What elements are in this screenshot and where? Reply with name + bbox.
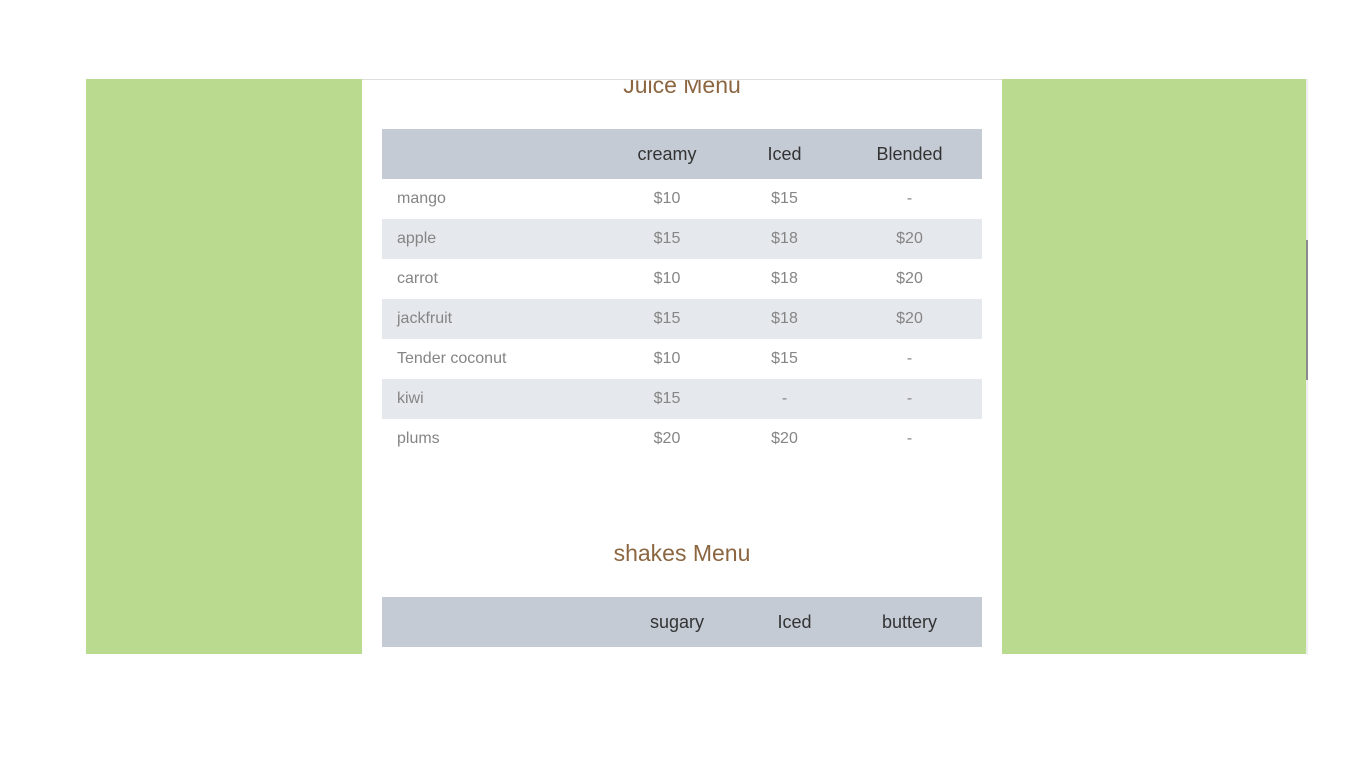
table-header-row: sugary Iced buttery [382, 597, 982, 647]
juice-menu-title: Juice Menu [623, 80, 741, 98]
item-name: jackfruit [382, 299, 602, 339]
price-cell: $20 [837, 299, 982, 339]
juice-menu-table: creamy Iced Blended mango $10 $15 - appl… [382, 129, 982, 459]
column-header [382, 129, 602, 179]
price-cell: - [906, 430, 913, 447]
price-cell: $10 [653, 270, 681, 287]
price-cell: $15 [771, 350, 798, 367]
item-name: mango [397, 190, 446, 207]
item-name: plums [397, 430, 440, 447]
table-row: mango $10 $15 - [382, 179, 982, 219]
table-row: kiwi $15 - - [382, 379, 982, 419]
price-cell: $10 [653, 350, 681, 367]
left-side-panel [86, 79, 362, 654]
table-row: carrot $10 $18 $20 [382, 259, 982, 299]
price-cell: $18 [732, 299, 837, 339]
table-row: jackfruit $15 $18 $20 [382, 299, 982, 339]
price-cell: $18 [732, 219, 837, 259]
column-header [382, 597, 602, 647]
column-header: buttery [837, 597, 982, 647]
item-name: kiwi [382, 379, 602, 419]
price-cell: $15 [602, 379, 732, 419]
price-cell: $20 [837, 219, 982, 259]
right-side-panel [1002, 79, 1306, 654]
item-name: Tender coconut [397, 350, 507, 367]
price-cell: $15 [602, 219, 732, 259]
item-name: carrot [397, 270, 438, 287]
shakes-menu-table: sugary Iced buttery [382, 597, 982, 647]
price-cell: $15 [771, 190, 798, 207]
price-cell: $10 [653, 190, 681, 207]
table-header-row: creamy Iced Blended [382, 129, 982, 179]
column-header: Iced [752, 597, 837, 647]
price-cell: $20 [896, 270, 923, 287]
price-cell: - [837, 379, 982, 419]
column-header: Blended [837, 129, 982, 179]
price-cell: $20 [653, 430, 681, 447]
table-row: plums $20 $20 - [382, 419, 982, 459]
price-cell: $20 [771, 430, 798, 447]
menu-content-column: Juice Menu creamy Iced Blended mango $10… [362, 80, 1002, 654]
price-cell: $15 [602, 299, 732, 339]
column-header: sugary [602, 597, 752, 647]
scroll-indicator [1306, 240, 1308, 380]
column-header: Iced [732, 129, 837, 179]
price-cell: - [906, 350, 913, 367]
table-row: Tender coconut $10 $15 - [382, 339, 982, 379]
price-cell: - [906, 190, 913, 207]
table-row: apple $15 $18 $20 [382, 219, 982, 259]
item-name: apple [382, 219, 602, 259]
price-cell: - [732, 379, 837, 419]
price-cell: $18 [771, 270, 798, 287]
shakes-menu-title: shakes Menu [613, 540, 751, 566]
column-header: creamy [602, 129, 732, 179]
